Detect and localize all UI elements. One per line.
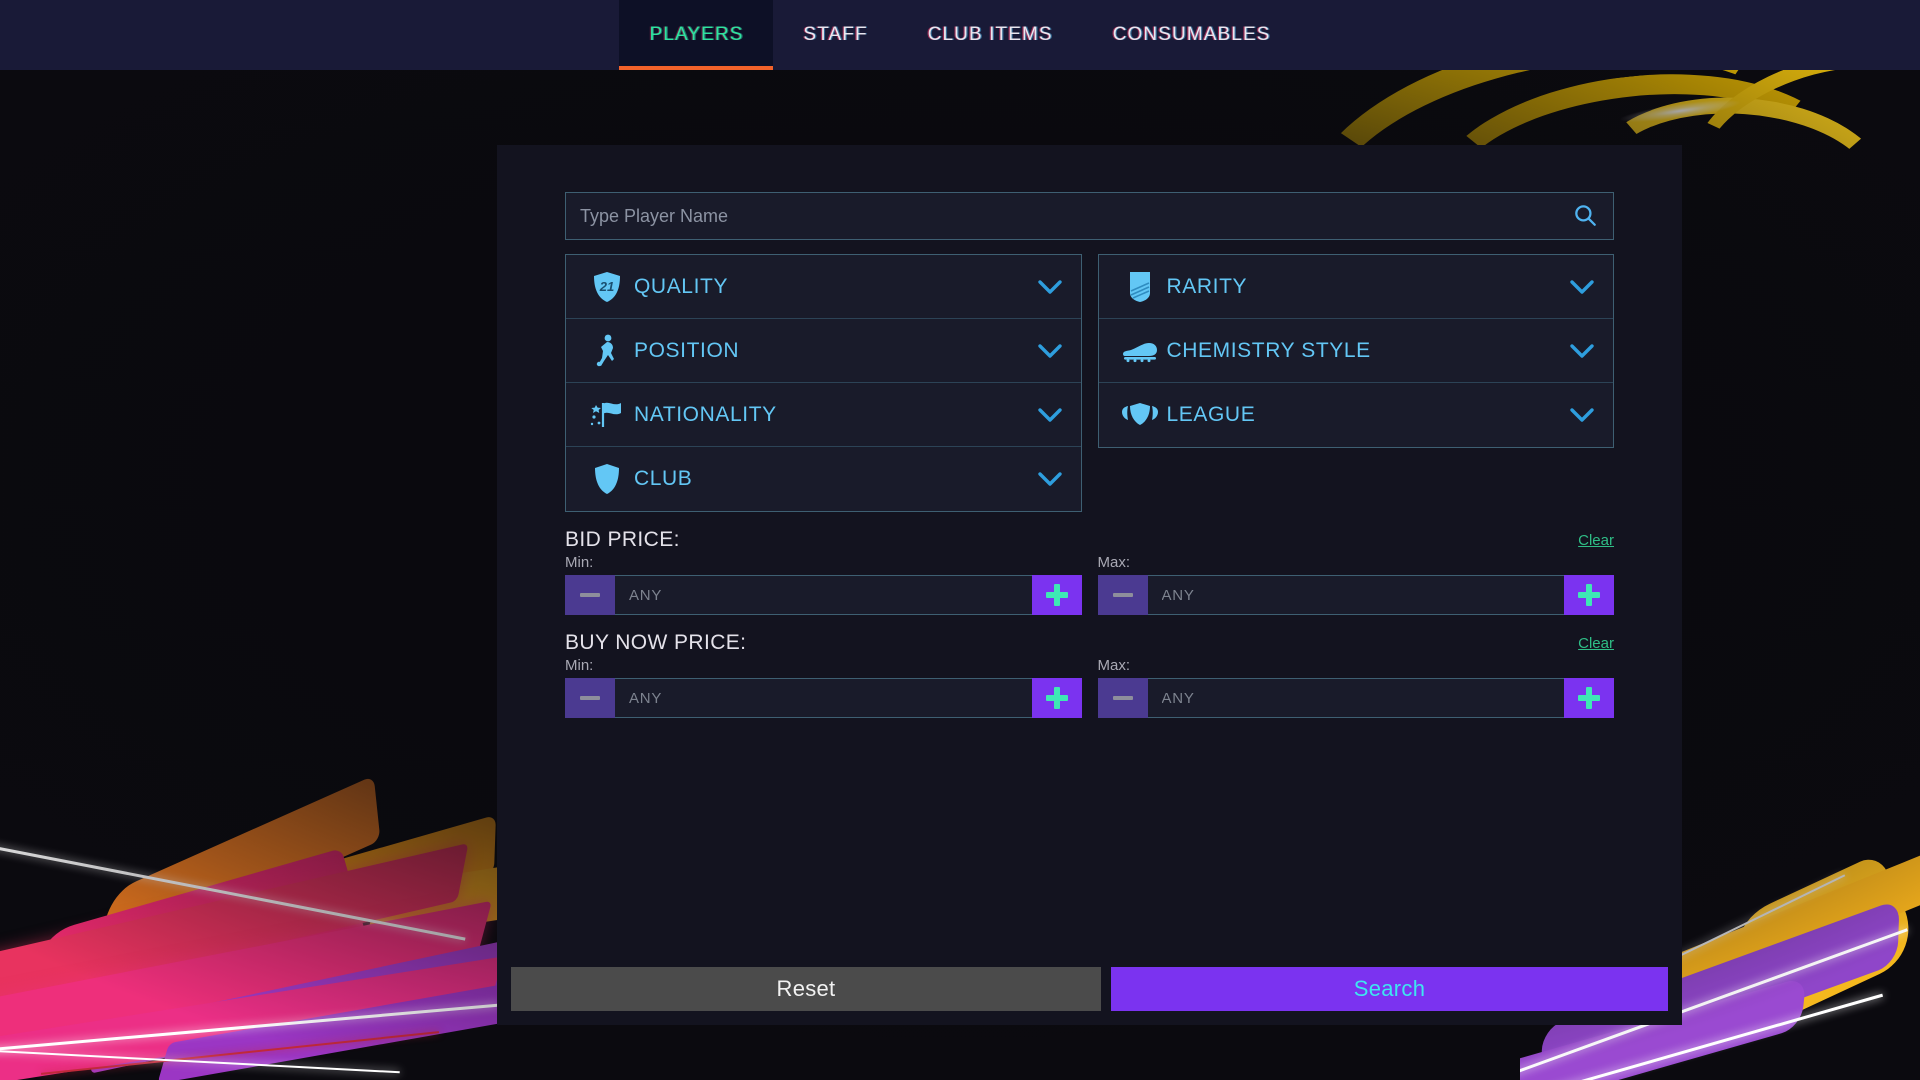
minus-icon (1112, 593, 1133, 597)
buy-now-price-min-decrement-button[interactable] (565, 678, 615, 718)
bid-price-min-stepper (565, 575, 1082, 615)
buy-now-price-min-label: Min: (565, 657, 594, 674)
filter-position[interactable]: POSITION (566, 319, 1081, 383)
buy-now-price-max-increment-button[interactable] (1564, 678, 1614, 718)
tab-staff[interactable]: STAFF (773, 0, 897, 70)
shield-icon (588, 463, 626, 495)
bid-price-min-label: Min: (565, 554, 594, 571)
bid-price-min-input[interactable] (615, 575, 1032, 615)
buy-now-price-max-column: Max: (1097, 657, 1614, 718)
filter-league-label: LEAGUE (1166, 403, 1256, 426)
buy-now-price-min-stepper (565, 678, 1082, 718)
filter-grid: 21 QUALITY POSITION NATIONALITY CLUB RAR… (565, 254, 1614, 512)
search-filter-panel: 21 QUALITY (497, 145, 1682, 1025)
filter-rarity-label: RARITY (1166, 274, 1248, 298)
filter-column-left: 21 QUALITY POSITION NATIONALITY CLUB (565, 254, 1082, 512)
filter-club[interactable]: CLUB (566, 447, 1081, 511)
tab-players[interactable]: PLAYERS (619, 0, 774, 70)
bid-price-max-increment-button[interactable] (1564, 575, 1614, 615)
tab-players-label: PLAYERS (649, 24, 744, 45)
buy-now-price-min-increment-button[interactable] (1031, 678, 1082, 718)
flag-icon (588, 400, 626, 430)
buy-now-price-max-input[interactable] (1147, 678, 1564, 718)
boot-icon (1121, 339, 1159, 363)
minus-icon (580, 696, 600, 700)
search-icon (1572, 202, 1598, 231)
buy-now-price-clear-link[interactable]: Clear (1578, 635, 1614, 652)
filter-club-label: CLUB (634, 467, 693, 490)
bid-price-max-column: Max: (1097, 554, 1614, 615)
bid-price-min-decrement-button[interactable] (565, 575, 615, 615)
card-icon (1121, 271, 1159, 303)
reset-button[interactable]: Reset (511, 967, 1101, 1011)
buy-now-price-title: BUY NOW PRICE: (565, 631, 747, 654)
buy-now-price-max-label: Max: (1097, 657, 1131, 674)
tab-consumables[interactable]: CONSUMABLES (1083, 0, 1301, 70)
search-submit-button[interactable] (1557, 193, 1613, 239)
bid-price-title: BID PRICE: (565, 528, 680, 551)
buy-now-price-section: BUY NOW PRICE: Clear Min: ANY Max: ANY (565, 631, 1614, 718)
search-button[interactable]: Search (1111, 967, 1668, 1011)
filter-rarity[interactable]: RARITY (1098, 255, 1613, 319)
buy-now-price-max-stepper (1097, 678, 1614, 718)
shield-21-icon: 21 (588, 271, 626, 303)
bid-price-max-input[interactable] (1147, 575, 1564, 615)
filter-league[interactable]: LEAGUE (1099, 383, 1614, 447)
buy-now-price-min-column: Min: (565, 657, 1082, 718)
tab-staff-label: STAFF (803, 24, 868, 45)
search-input[interactable] (566, 193, 1557, 239)
tab-consumables-label: CONSUMABLES (1112, 24, 1271, 45)
buy-now-price-min-input[interactable] (615, 678, 1032, 718)
filter-chemistry-style[interactable]: CHEMISTRY STYLE (1098, 319, 1613, 383)
chevron-down-icon (1569, 279, 1595, 295)
bid-price-min-column: Min: (565, 554, 1082, 615)
tab-club-items-label: CLUB ITEMS (927, 24, 1053, 45)
minus-icon (1112, 696, 1133, 700)
svg-text:21: 21 (599, 279, 614, 294)
buy-now-price-max-decrement-button[interactable] (1097, 678, 1148, 718)
plus-icon (1045, 687, 1068, 709)
bid-price-clear-link[interactable]: Clear (1578, 532, 1614, 549)
panel-body: 21 QUALITY (497, 145, 1682, 965)
player-search-row (565, 192, 1614, 240)
chevron-down-icon (1037, 471, 1063, 487)
chevron-down-icon (1037, 343, 1063, 359)
player-silhouette-icon (588, 334, 626, 368)
filter-group-right: RARITY CHEMISTRY STYLE LEAGUE (1097, 254, 1614, 448)
filter-position-label: POSITION (634, 338, 740, 362)
chevron-down-icon (1037, 407, 1063, 423)
top-navigation-bar: PLAYERS STAFF CLUB ITEMS CONSUMABLES (0, 0, 1920, 70)
filter-quality[interactable]: 21 QUALITY (566, 255, 1081, 319)
tab-club-items[interactable]: CLUB ITEMS (898, 0, 1083, 70)
filter-chemistry-style-label: CHEMISTRY STYLE (1166, 338, 1371, 362)
league-shields-icon (1121, 401, 1159, 429)
minus-icon (580, 593, 600, 597)
bid-price-min-increment-button[interactable] (1031, 575, 1082, 615)
chevron-down-icon (1569, 343, 1595, 359)
filter-group-left: 21 QUALITY POSITION NATIONALITY CLUB (565, 254, 1082, 512)
panel-footer: Reset Search (497, 965, 1682, 1025)
plus-icon (1578, 584, 1600, 606)
bid-price-max-stepper (1097, 575, 1614, 615)
bid-price-max-decrement-button[interactable] (1097, 575, 1148, 615)
plus-icon (1045, 584, 1068, 606)
filter-column-right: RARITY CHEMISTRY STYLE LEAGUE (1097, 254, 1614, 512)
filter-quality-label: QUALITY (634, 274, 729, 298)
chevron-down-icon (1037, 279, 1063, 295)
plus-icon (1578, 687, 1600, 709)
chevron-down-icon (1569, 407, 1595, 423)
filter-nationality-label: NATIONALITY (634, 402, 777, 426)
bid-price-section: BID PRICE: Clear Min: M (565, 528, 1614, 615)
filter-nationality[interactable]: NATIONALITY (566, 383, 1081, 447)
bid-price-max-label: Max: (1097, 554, 1131, 571)
